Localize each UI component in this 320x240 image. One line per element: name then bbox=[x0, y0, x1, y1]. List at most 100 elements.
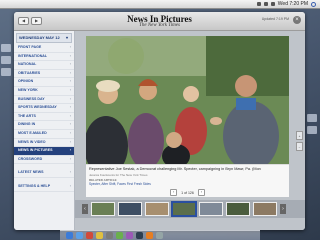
sidebar-item-label: SPORTS WEDNESDAY bbox=[18, 105, 57, 110]
desktop-icon[interactable] bbox=[307, 114, 317, 122]
chevron-right-icon: › bbox=[69, 156, 71, 161]
close-icon[interactable]: × bbox=[293, 16, 301, 24]
zoom-in-icon[interactable]: + bbox=[296, 131, 303, 140]
chevron-right-icon: › bbox=[69, 96, 71, 101]
sidebar-item-label: DINING IN bbox=[18, 122, 36, 127]
trash-icon[interactable] bbox=[156, 232, 163, 239]
sidebar-item[interactable]: NEWS IN VIDEO › bbox=[14, 139, 74, 148]
pager: ‹ 1 of 126 › bbox=[86, 189, 289, 196]
app-icon[interactable] bbox=[116, 232, 123, 239]
app-subtitle: The New York Times bbox=[139, 23, 180, 28]
status-area: Wed 7:20 PM bbox=[256, 1, 316, 7]
spotlight-icon[interactable] bbox=[311, 1, 316, 7]
updated-time: Updated 7:19 PM bbox=[261, 17, 289, 21]
sidebar-item-label: CROSSWORD bbox=[18, 156, 43, 161]
sidebar-item-label: NEW YORK bbox=[18, 87, 38, 92]
clock[interactable]: Wed 7:20 PM bbox=[278, 1, 308, 7]
sidebar-item[interactable]: THE ARTS › bbox=[14, 113, 74, 122]
app-icon[interactable] bbox=[96, 232, 103, 239]
sidebar-item[interactable]: MOST E-MAILED › bbox=[14, 130, 74, 139]
chevron-right-icon: › bbox=[69, 122, 71, 127]
sidebar-item[interactable]: BUSINESS DAY › bbox=[14, 96, 74, 105]
volume-icon[interactable] bbox=[263, 2, 268, 6]
sidebar-item[interactable]: NEWS IN PICTURES › bbox=[14, 147, 74, 156]
sidebar-item[interactable]: CROSSWORD › bbox=[14, 156, 74, 165]
next-photo-button[interactable]: › bbox=[197, 189, 205, 196]
photo-thumbnail[interactable] bbox=[226, 202, 250, 216]
photo-counter: 1 of 126 bbox=[181, 190, 194, 195]
section-list: FRONT PAGE › INTERNATIONAL › NATIONAL › OBITUA… bbox=[14, 44, 74, 192]
photo-caption: Representative Joe Sestak, a Democrat ch… bbox=[89, 167, 261, 171]
sidebar-item-label: THE ARTS bbox=[18, 113, 36, 118]
desktop-left-icons bbox=[0, 40, 12, 190]
photo-image bbox=[86, 36, 289, 164]
dock bbox=[60, 230, 260, 240]
sidebar-item-label: FRONT PAGE bbox=[18, 45, 42, 49]
photo-thumbnail[interactable] bbox=[91, 202, 115, 216]
strip-right-arrow-icon[interactable]: › bbox=[280, 204, 286, 214]
safari-icon[interactable] bbox=[76, 232, 83, 239]
chevron-right-icon: › bbox=[69, 62, 71, 67]
chevron-down-icon: ▾ bbox=[65, 35, 68, 40]
sidebar-item[interactable]: OPINION › bbox=[14, 78, 74, 87]
related-article-link[interactable]: Specter, After Shift, Faces First Fresh … bbox=[89, 182, 151, 186]
app-icon[interactable] bbox=[146, 232, 153, 239]
sidebar-item[interactable]: LATEST NEWS › bbox=[14, 169, 74, 178]
photo-thumbnail[interactable] bbox=[118, 202, 142, 216]
strip-left-arrow-icon[interactable]: ‹ bbox=[82, 204, 88, 214]
chevron-right-icon: › bbox=[69, 170, 71, 175]
sidebar-item[interactable]: DINING IN › bbox=[14, 121, 74, 130]
wifi-icon[interactable] bbox=[256, 2, 261, 6]
main-content: Representative Joe Sestak, a Democrat ch… bbox=[75, 31, 305, 230]
date-selector[interactable]: WEDNESDAY MAY 12 ▾ bbox=[16, 33, 72, 43]
photo-thumbnail[interactable] bbox=[145, 202, 169, 216]
date-label: WEDNESDAY MAY 12 bbox=[19, 35, 60, 40]
sidebar-item-label: MOST E-MAILED bbox=[18, 130, 47, 135]
sidebar-item[interactable]: FRONT PAGE › bbox=[14, 44, 74, 53]
sidebar-item-label: LATEST NEWS bbox=[18, 170, 44, 175]
caption-panel: Representative Joe Sestak, a Democrat ch… bbox=[86, 164, 289, 197]
finder-icon[interactable] bbox=[66, 232, 73, 239]
main-photo[interactable] bbox=[86, 36, 289, 164]
photo-thumbnail[interactable] bbox=[253, 202, 277, 216]
sidebar-item-label: NEWS IN PICTURES bbox=[18, 148, 53, 153]
sidebar: WEDNESDAY MAY 12 ▾ FRONT PAGE › INTERNATIO… bbox=[14, 31, 75, 230]
sidebar-item-label: OBITUARIES bbox=[18, 70, 41, 75]
battery-icon[interactable] bbox=[270, 2, 275, 6]
desktop-icon[interactable] bbox=[1, 68, 11, 76]
photo-credit: Jessica Kourkounis for The New York Time… bbox=[89, 173, 148, 177]
app-icon[interactable] bbox=[86, 232, 93, 239]
sidebar-item-label: SETTINGS & HELP bbox=[18, 183, 51, 188]
sidebar-item[interactable]: OBITUARIES › bbox=[14, 70, 74, 79]
app-icon[interactable] bbox=[106, 232, 113, 239]
chevron-right-icon: › bbox=[69, 113, 71, 118]
prev-photo-button[interactable]: ‹ bbox=[170, 189, 178, 196]
photo-thumbnail[interactable] bbox=[199, 202, 223, 216]
chevron-right-icon: › bbox=[69, 53, 71, 58]
sidebar-item[interactable]: SPORTS WEDNESDAY › bbox=[14, 104, 74, 113]
sidebar-item-label: BUSINESS DAY bbox=[18, 96, 45, 101]
sidebar-item-label: OPINION bbox=[18, 79, 34, 84]
desktop-right-icons bbox=[306, 110, 320, 200]
right-rail: + − bbox=[296, 131, 303, 171]
chevron-right-icon: › bbox=[69, 87, 71, 92]
menu-bar: Wed 7:20 PM bbox=[0, 0, 320, 9]
chevron-right-icon: › bbox=[69, 79, 71, 84]
chevron-right-icon: › bbox=[69, 183, 71, 188]
sidebar-item[interactable]: NATIONAL › bbox=[14, 61, 74, 70]
desktop-icon[interactable] bbox=[307, 126, 317, 134]
desktop-icon[interactable] bbox=[1, 56, 11, 64]
app-window: ◀ ▶ News In Pictures The New York Times … bbox=[14, 12, 305, 230]
desktop-icon[interactable] bbox=[1, 44, 11, 52]
app-icon[interactable] bbox=[126, 232, 133, 239]
chevron-right-icon: › bbox=[69, 45, 71, 49]
app-icon[interactable] bbox=[136, 232, 143, 239]
zoom-out-icon[interactable]: − bbox=[296, 142, 303, 151]
sidebar-item[interactable]: NEW YORK › bbox=[14, 87, 74, 96]
chevron-right-icon: › bbox=[69, 139, 71, 144]
sidebar-item[interactable]: INTERNATIONAL › bbox=[14, 53, 74, 62]
chevron-right-icon: › bbox=[69, 148, 71, 153]
sidebar-item[interactable]: SETTINGS & HELP › bbox=[14, 183, 74, 192]
sidebar-item-label: INTERNATIONAL bbox=[18, 53, 48, 58]
photo-thumbnail[interactable] bbox=[171, 201, 197, 217]
